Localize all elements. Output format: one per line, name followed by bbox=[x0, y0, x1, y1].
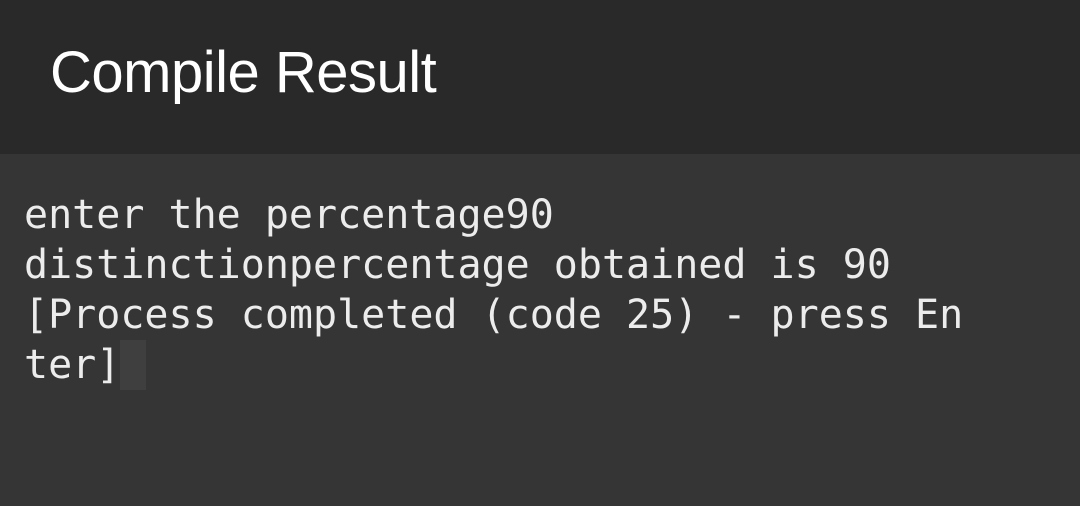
console-text: enter the percentage90 distinctionpercen… bbox=[24, 190, 963, 390]
console-line: ter] bbox=[24, 342, 121, 388]
compile-result-screen: Compile Result enter the percentage90 di… bbox=[0, 0, 1080, 506]
header-bar: Compile Result bbox=[0, 0, 1080, 154]
page-title: Compile Result bbox=[50, 40, 437, 105]
console-line: distinctionpercentage obtained is 90 bbox=[24, 242, 891, 288]
text-cursor bbox=[120, 340, 147, 390]
console-line: enter the percentage90 bbox=[24, 192, 554, 238]
console-output[interactable]: enter the percentage90 distinctionpercen… bbox=[0, 154, 1080, 506]
console-line: [Process completed (code 25) - press En bbox=[24, 292, 964, 338]
